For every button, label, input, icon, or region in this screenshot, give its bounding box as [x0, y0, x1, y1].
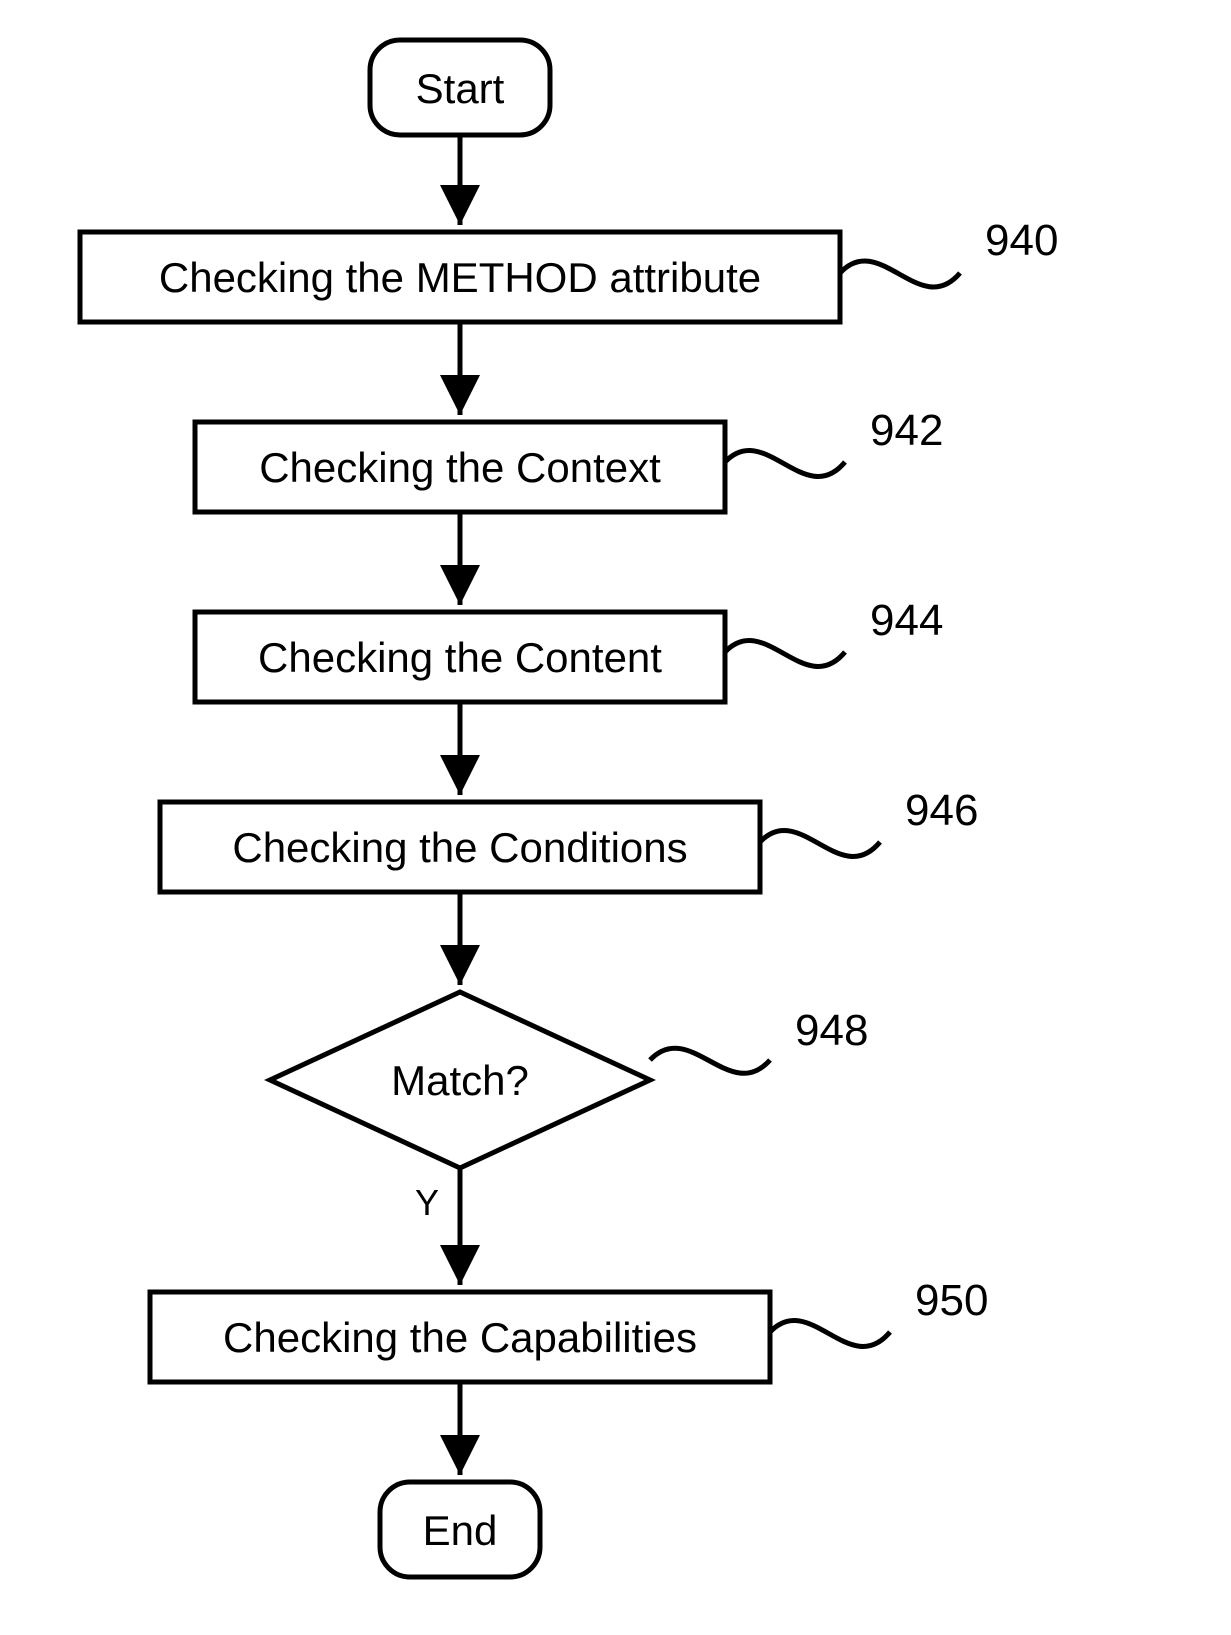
decision-pointer — [650, 1048, 770, 1073]
step1-node: Checking the METHOD attribute — [80, 232, 840, 322]
start-node: Start — [370, 40, 550, 135]
step3-node: Checking the Content — [195, 612, 725, 702]
decision-node: Match? — [270, 992, 650, 1168]
step5-label: 950 — [915, 1276, 988, 1325]
step5-text: Checking the Capabilities — [223, 1314, 697, 1361]
decision-label: 948 — [795, 1006, 868, 1055]
end-text: End — [423, 1507, 498, 1554]
step2-text: Checking the Context — [259, 444, 661, 491]
decision-yes-label: Y — [415, 1182, 439, 1223]
step5-node: Checking the Capabilities — [150, 1292, 770, 1382]
flowchart: Start Checking the METHOD attribute 940 … — [0, 0, 1231, 1635]
step5-pointer — [770, 1320, 890, 1346]
step3-text: Checking the Content — [258, 634, 662, 681]
step1-pointer — [840, 261, 960, 287]
step1-text: Checking the METHOD attribute — [159, 254, 761, 301]
step2-node: Checking the Context — [195, 422, 725, 512]
step1-label: 940 — [985, 216, 1058, 265]
start-text: Start — [416, 65, 505, 112]
step4-node: Checking the Conditions — [160, 802, 760, 892]
step3-label: 944 — [870, 596, 943, 645]
step2-pointer — [725, 450, 845, 476]
step3-pointer — [725, 640, 845, 666]
step2-label: 942 — [870, 406, 943, 455]
step4-text: Checking the Conditions — [232, 824, 687, 871]
end-node: End — [380, 1482, 540, 1577]
step4-pointer — [760, 830, 880, 856]
step4-label: 946 — [905, 786, 978, 835]
decision-text: Match? — [391, 1057, 529, 1104]
